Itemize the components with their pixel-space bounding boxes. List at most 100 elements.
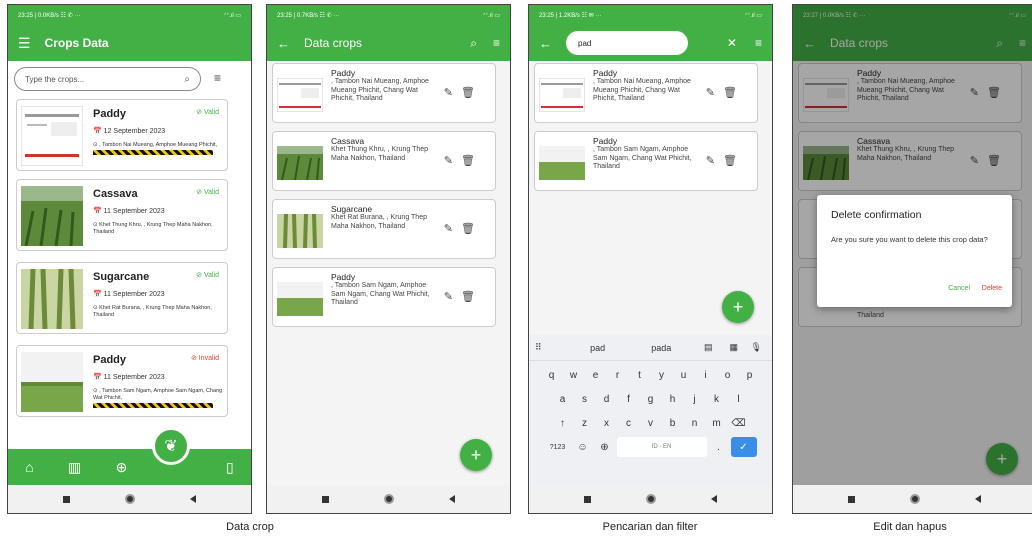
search-icon[interactable]: ⌕ bbox=[470, 36, 477, 51]
keyboard-key[interactable]: r bbox=[608, 365, 628, 385]
leaf-icon[interactable]: ❦ bbox=[152, 427, 190, 465]
keyboard-row: qwertyuiop bbox=[529, 365, 772, 385]
keyboard-key[interactable]: k bbox=[707, 389, 727, 409]
add-circle-icon[interactable]: ⊕ bbox=[116, 459, 128, 476]
keyboard-key[interactable]: p bbox=[740, 365, 760, 385]
keyboard-key[interactable]: h bbox=[663, 389, 683, 409]
delete-icon[interactable]: 🗑 bbox=[461, 86, 475, 99]
back-arrow-icon[interactable]: ← bbox=[277, 36, 290, 51]
menu-icon[interactable]: ☰ bbox=[18, 35, 31, 52]
mic-icon[interactable]: 🎙 bbox=[746, 342, 766, 353]
search-icon[interactable]: ⌕ bbox=[184, 74, 190, 85]
crop-card[interactable]: Sugarcane Khet Rat Burana, , Krung Thep … bbox=[272, 199, 496, 259]
period-key[interactable]: . bbox=[709, 437, 729, 457]
crop-card[interactable]: Paddy , Tambon Sam Ngam, Amphoe Sam Ngam… bbox=[272, 267, 496, 327]
phone-icon[interactable]: ▯ bbox=[226, 459, 234, 476]
search-input[interactable]: Type the crops... ⌕ bbox=[14, 67, 201, 91]
delete-icon[interactable]: 🗑 bbox=[723, 86, 737, 99]
keyboard-key[interactable]: w bbox=[564, 365, 584, 385]
add-fab-button[interactable]: + bbox=[722, 291, 754, 323]
crop-card[interactable]: Sugarcane ⊘ Valid 📅 11 September 2023 ⊙ … bbox=[16, 262, 228, 334]
edit-icon[interactable]: ✎ bbox=[706, 154, 715, 167]
clipboard-icon[interactable]: ▤ bbox=[696, 342, 721, 353]
keyboard: ⠿ pad pada ▤ ▦ 🎙 qwertyuiop asdfghjkl ↑ z… bbox=[529, 335, 772, 485]
filter-icon[interactable]: ≡ bbox=[755, 36, 762, 50]
map-icon[interactable]: ▥ bbox=[68, 459, 81, 476]
suggestion-item[interactable]: pada bbox=[627, 343, 696, 353]
keyboard-key[interactable]: s bbox=[575, 389, 595, 409]
recents-icon[interactable] bbox=[584, 495, 591, 503]
keyboard-key[interactable]: t bbox=[630, 365, 650, 385]
back-icon[interactable] bbox=[449, 495, 455, 503]
home-button-icon[interactable] bbox=[646, 494, 656, 504]
edit-icon[interactable]: ✎ bbox=[444, 222, 453, 235]
keyboard-key[interactable]: y bbox=[652, 365, 672, 385]
back-icon[interactable] bbox=[975, 495, 981, 503]
keyboard-key[interactable]: i bbox=[696, 365, 716, 385]
back-icon[interactable] bbox=[711, 495, 717, 503]
delete-icon[interactable]: 🗑 bbox=[461, 290, 475, 303]
delete-icon[interactable]: 🗑 bbox=[461, 222, 475, 235]
calendar-icon[interactable]: ▦ bbox=[721, 342, 746, 353]
keyboard-key[interactable]: e bbox=[586, 365, 606, 385]
crop-card[interactable]: Paddy , Tambon Sam Ngam, Amphoe Sam Ngam… bbox=[534, 131, 758, 191]
keyboard-key[interactable]: x bbox=[597, 413, 617, 433]
enter-key[interactable]: ✓ bbox=[730, 437, 757, 457]
crop-card[interactable]: Cassava Khet Thung Khru, , Krung Thep Ma… bbox=[272, 131, 496, 191]
keyboard-key[interactable]: ↑ bbox=[553, 413, 573, 433]
keyboard-key[interactable]: ⌫ bbox=[729, 413, 749, 433]
keyboard-key[interactable]: z bbox=[575, 413, 595, 433]
crop-card[interactable]: Cassava ⊘ Valid 📅 11 September 2023 ⊙ Kh… bbox=[16, 179, 228, 251]
recents-icon[interactable] bbox=[322, 495, 329, 503]
crop-card[interactable]: Paddy ⊘ Invalid 📅 11 September 2023 ⊙ , … bbox=[16, 345, 228, 417]
keyboard-key[interactable]: u bbox=[674, 365, 694, 385]
crop-card[interactable]: Paddy ⊘ Valid 📅 12 September 2023 ⊙ , Ta… bbox=[16, 99, 228, 171]
recents-icon[interactable] bbox=[848, 495, 855, 503]
delete-icon[interactable]: 🗑 bbox=[461, 154, 475, 167]
keyboard-key[interactable]: b bbox=[663, 413, 683, 433]
search-input[interactable]: pad bbox=[566, 31, 688, 55]
globe-icon[interactable]: ⊕ bbox=[595, 437, 615, 457]
home-button-icon[interactable] bbox=[384, 494, 394, 504]
filter-icon[interactable]: ≡ bbox=[214, 71, 221, 85]
keyboard-key[interactable]: j bbox=[685, 389, 705, 409]
keyboard-key[interactable]: d bbox=[597, 389, 617, 409]
filter-icon[interactable]: ≡ bbox=[493, 36, 500, 50]
clear-icon[interactable]: ✕ bbox=[727, 36, 737, 50]
suggestion-item[interactable]: pad bbox=[568, 343, 627, 353]
keyboard-key[interactable]: q bbox=[542, 365, 562, 385]
back-arrow-icon[interactable]: ← bbox=[539, 36, 552, 51]
crop-name: Paddy bbox=[331, 272, 356, 282]
keyboard-key[interactable]: v bbox=[641, 413, 661, 433]
emoji-key[interactable]: ☺ bbox=[573, 437, 593, 457]
edit-icon[interactable]: ✎ bbox=[444, 154, 453, 167]
keyboard-key[interactable]: n bbox=[685, 413, 705, 433]
keyboard-key[interactable]: f bbox=[619, 389, 639, 409]
numbers-key[interactable]: ?123 bbox=[545, 437, 571, 457]
keyboard-key[interactable]: o bbox=[718, 365, 738, 385]
home-button-icon[interactable] bbox=[910, 494, 920, 504]
edit-icon[interactable]: ✎ bbox=[444, 86, 453, 99]
edit-icon[interactable]: ✎ bbox=[444, 290, 453, 303]
search-placeholder: Type the crops... bbox=[25, 74, 85, 84]
crop-photo bbox=[21, 352, 83, 412]
recents-icon[interactable] bbox=[63, 495, 70, 503]
home-icon[interactable]: ⌂ bbox=[25, 459, 33, 475]
add-fab-button[interactable]: + bbox=[460, 439, 492, 471]
keyboard-key[interactable]: c bbox=[619, 413, 639, 433]
crop-card[interactable]: Paddy , Tambon Nai Mueang, Amphoe Mueang… bbox=[272, 63, 496, 123]
home-button-icon[interactable] bbox=[125, 494, 135, 504]
keyboard-key[interactable]: m bbox=[707, 413, 727, 433]
delete-icon[interactable]: 🗑 bbox=[723, 154, 737, 167]
back-icon[interactable] bbox=[190, 495, 196, 503]
delete-button[interactable]: Delete bbox=[982, 285, 1002, 292]
keyboard-key[interactable]: g bbox=[641, 389, 661, 409]
keyboard-grid-icon[interactable]: ⠿ bbox=[535, 342, 568, 353]
crop-photo bbox=[539, 78, 585, 112]
space-key[interactable]: ID · EN bbox=[616, 437, 707, 457]
cancel-button[interactable]: Cancel bbox=[948, 285, 970, 292]
keyboard-key[interactable]: a bbox=[553, 389, 573, 409]
crop-card[interactable]: Paddy , Tambon Nai Mueang, Amphoe Mueang… bbox=[534, 63, 758, 123]
keyboard-key[interactable]: l bbox=[729, 389, 749, 409]
edit-icon[interactable]: ✎ bbox=[706, 86, 715, 99]
